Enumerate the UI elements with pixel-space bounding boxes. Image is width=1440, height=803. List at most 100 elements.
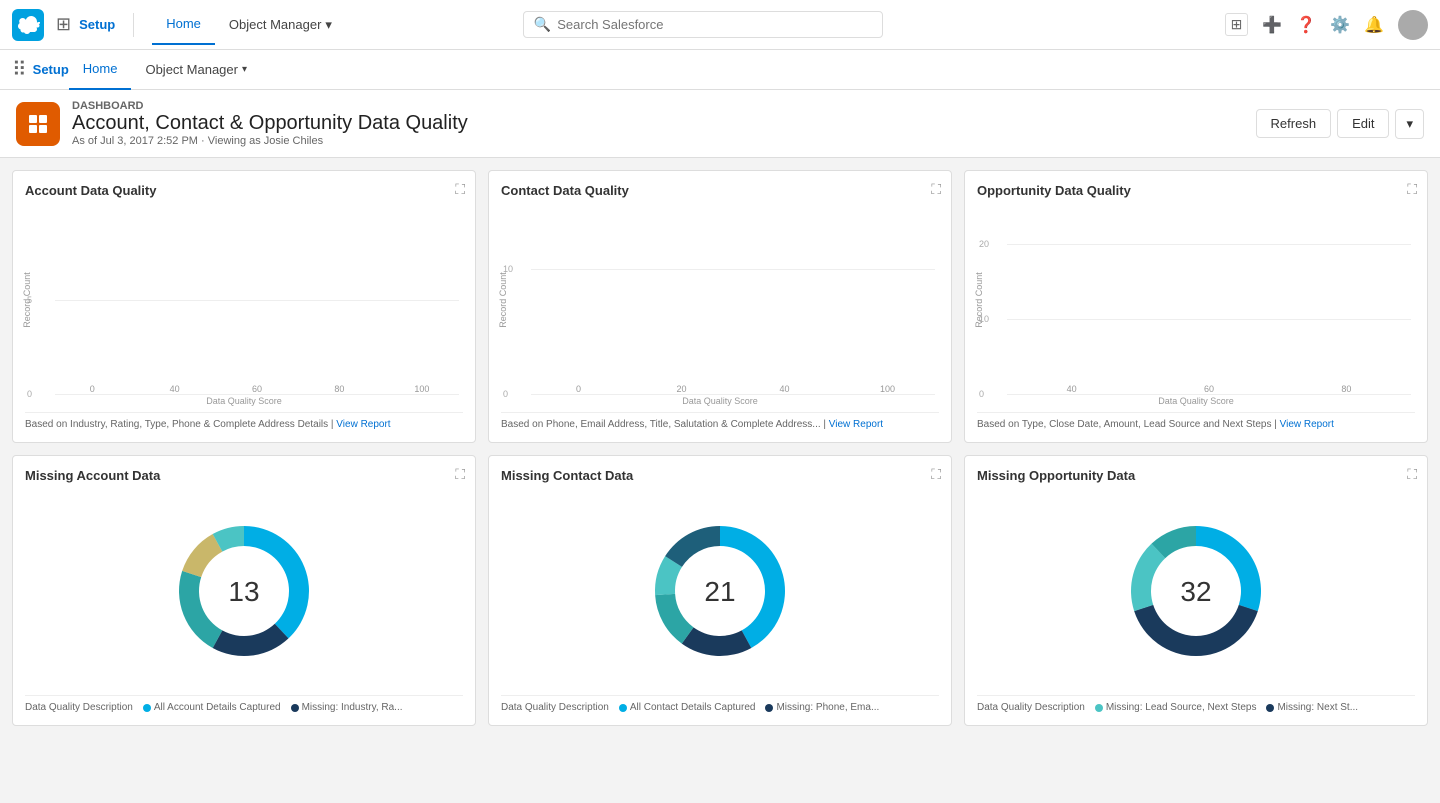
grid-lines-account-bar: 50 [55, 206, 459, 394]
donut-segment-account-donut [213, 624, 289, 656]
legend-item-account-donut: Missing: Industry, Ra... [291, 702, 403, 713]
legend-label-contact-donut: Data Quality Description All Contact Deta… [501, 695, 939, 713]
donut-segment-opportunity-donut [1134, 605, 1258, 656]
bar-chart-opportunity-bar: Record Count20100406080Data Quality Scor… [977, 206, 1415, 406]
add-icon[interactable]: ➕ [1262, 15, 1282, 35]
bar-label-opportunity-bar-40: 40 [1067, 384, 1077, 394]
nav-tabs: Home Object Manager ▾ [152, 5, 346, 45]
grid-lines-opportunity-bar: 20100 [1007, 206, 1411, 394]
settings-icon[interactable]: ⚙️ [1330, 15, 1350, 35]
grid-icon[interactable]: ⊞ [1225, 13, 1249, 36]
object-manager-tab[interactable]: Object Manager ▾ [215, 5, 346, 45]
donut-segment-contact-donut [682, 627, 752, 656]
bar-label-account-bar-80: 80 [334, 384, 344, 394]
legend-item-opportunity-donut: Missing: Next St... [1266, 702, 1358, 713]
donut-segment-account-donut [179, 571, 222, 648]
bar-group-opportunity-bar-40: 40 [1007, 381, 1136, 394]
card-title-contact-donut: Missing Contact Data [501, 468, 939, 483]
expand-icon-contact-bar[interactable]: ⛶ [931, 181, 941, 198]
search-input[interactable] [557, 17, 872, 32]
bar-group-account-bar-80: 80 [302, 381, 376, 394]
view-report-link-opportunity-bar[interactable]: View Report [1280, 419, 1334, 430]
view-report-link-contact-bar[interactable]: View Report [829, 419, 883, 430]
legend-dot-opportunity-donut [1266, 704, 1274, 712]
legend-item-label-opportunity-donut: Missing: Lead Source, Next Steps [1106, 702, 1257, 713]
page-header-text: DASHBOARD Account, Contact & Opportunity… [72, 100, 1244, 147]
legend-item-opportunity-donut: Missing: Lead Source, Next Steps [1095, 702, 1257, 713]
legend-dot-opportunity-donut [1095, 704, 1103, 712]
card-account-donut: Missing Account Data⛶13Data Quality Desc… [12, 455, 476, 726]
refresh-button[interactable]: Refresh [1256, 109, 1332, 138]
avatar[interactable] [1398, 10, 1428, 40]
card-opportunity-donut: Missing Opportunity Data⛶32Data Quality … [964, 455, 1428, 726]
expand-icon-account-donut[interactable]: ⛶ [455, 466, 465, 483]
edit-button[interactable]: Edit [1337, 109, 1389, 138]
donut-segment-contact-donut [665, 526, 720, 567]
object-manager-chevron-icon: ▾ [242, 64, 247, 75]
card-footer-account-bar: Based on Industry, Rating, Type, Phone &… [25, 412, 463, 430]
page-subtitle: As of Jul 3, 2017 2:52 PM · Viewing as J… [72, 135, 1244, 147]
legend-title-contact-donut: Data Quality Description [501, 702, 609, 713]
bar-chart-contact-bar: Record Count10002040100Data Quality Scor… [501, 206, 939, 406]
setup-nav-label[interactable]: Setup [33, 62, 69, 77]
bar-group-opportunity-bar-60: 60 [1144, 381, 1273, 394]
legend-item-label-opportunity-donut: Missing: Next St... [1277, 702, 1358, 713]
app-launcher-icon[interactable]: ⊞ [56, 14, 71, 35]
secondary-navigation: ⠿ Setup Home Object Manager ▾ [0, 50, 1440, 90]
legend-title-opportunity-donut: Data Quality Description [977, 702, 1085, 713]
bar-label-account-bar-40: 40 [170, 384, 180, 394]
legend-item-account-donut: All Account Details Captured [143, 702, 281, 713]
app-grid-icon[interactable]: ⠿ [12, 57, 27, 82]
bar-label-contact-bar-20: 20 [676, 384, 686, 394]
bar-label-opportunity-bar-60: 60 [1204, 384, 1214, 394]
donut-wrapper-contact-donut: 21 [501, 491, 939, 691]
legend-dot-account-donut [291, 704, 299, 712]
search-icon: 🔍 [534, 16, 551, 33]
legend-item-label-account-donut: All Account Details Captured [154, 702, 281, 713]
grid-label-opportunity-bar-20: 20 [979, 239, 989, 249]
legend-dot-contact-donut [765, 704, 773, 712]
page-label: DASHBOARD [72, 100, 1244, 112]
object-manager-nav-tab[interactable]: Object Manager ▾ [131, 62, 261, 77]
bar-label-account-bar-60: 60 [252, 384, 262, 394]
expand-icon-opportunity-donut[interactable]: ⛶ [1407, 466, 1417, 483]
x-axis-label-account-bar: Data Quality Score [25, 396, 463, 406]
home-tab[interactable]: Home [152, 5, 215, 45]
donut-wrapper-opportunity-donut: 32 [977, 491, 1415, 691]
home-nav-tab[interactable]: Home [69, 50, 132, 90]
page-header: DASHBOARD Account, Contact & Opportunity… [0, 90, 1440, 158]
grid-label-account-bar-5: 5 [27, 295, 32, 305]
donut-segment-opportunity-donut [1131, 544, 1165, 611]
card-title-contact-bar: Contact Data Quality [501, 183, 939, 198]
bar-group-contact-bar-0: 0 [531, 381, 626, 394]
bar-group-opportunity-bar-80: 80 [1282, 381, 1411, 394]
bar-label-account-bar-100: 100 [414, 384, 429, 394]
legend-label-opportunity-donut: Data Quality Description Missing: Lead So… [977, 695, 1415, 713]
nav-divider [133, 13, 134, 37]
donut-svg-account-donut: 13 [159, 506, 329, 676]
donut-center-account-donut: 13 [228, 576, 259, 607]
expand-icon-opportunity-bar[interactable]: ⛶ [1407, 181, 1417, 198]
expand-icon-contact-donut[interactable]: ⛶ [931, 466, 941, 483]
view-report-link-account-bar[interactable]: View Report [336, 419, 390, 430]
card-footer-opportunity-bar: Based on Type, Close Date, Amount, Lead … [977, 412, 1415, 430]
setup-link[interactable]: Setup [79, 17, 115, 32]
object-manager-label: Object Manager [145, 62, 238, 77]
search-bar: 🔍 [523, 11, 883, 38]
dashboard-grid: Account Data Quality⛶Record Count5004060… [0, 158, 1440, 738]
x-axis-label-contact-bar: Data Quality Score [501, 396, 939, 406]
page-header-actions: Refresh Edit ▾ [1256, 109, 1424, 139]
legend-item-label-contact-donut: All Contact Details Captured [630, 702, 756, 713]
app-launcher: ⊞ Setup [56, 14, 115, 35]
card-footer-contact-bar: Based on Phone, Email Address, Title, Sa… [501, 412, 939, 430]
dropdown-chevron-icon: ▾ [325, 17, 332, 33]
expand-icon-account-bar[interactable]: ⛶ [455, 181, 465, 198]
salesforce-logo [12, 9, 44, 41]
more-actions-button[interactable]: ▾ [1395, 109, 1424, 139]
grid-label-contact-bar-10: 10 [503, 264, 513, 274]
help-icon[interactable]: ❓ [1296, 15, 1316, 35]
bar-chart-account-bar: Record Count500406080100Data Quality Sco… [25, 206, 463, 406]
donut-center-contact-donut: 21 [704, 576, 735, 607]
notification-icon[interactable]: 🔔 [1364, 15, 1384, 35]
nav-icon-group: ⊞ ➕ ❓ ⚙️ 🔔 [1225, 10, 1428, 40]
